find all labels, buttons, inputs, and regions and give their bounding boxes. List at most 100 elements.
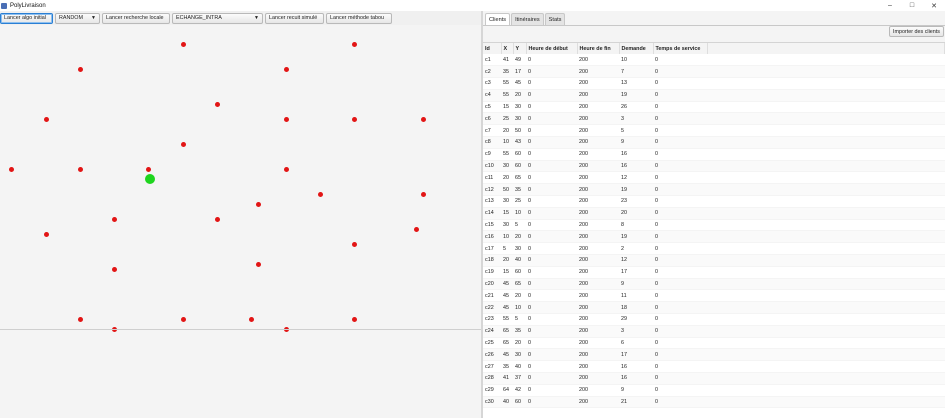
client-marker-c2[interactable] [215,102,220,107]
client-marker-c22[interactable] [283,67,289,72]
table-row[interactable]: c28 41 37 0 200 16 0 [483,372,945,385]
table-row[interactable]: c13 30 25 0 200 23 0 [483,195,945,208]
client-marker-c24[interactable] [420,192,426,197]
minimize-icon[interactable]: – [879,0,901,11]
maximize-icon[interactable]: □ [901,0,923,11]
table-row[interactable]: c20 45 65 0 200 9 0 [483,278,945,291]
table-row[interactable]: c17 5 30 0 200 2 0 [483,242,945,256]
table-row[interactable]: c27 35 40 0 200 16 0 [483,360,945,374]
client-marker-c19[interactable] [77,317,83,322]
tab-itineraires[interactable]: Itinéraires [511,13,544,25]
cell-y: 60 [513,148,526,161]
client-marker-c18[interactable] [112,217,118,222]
table-row[interactable]: c7 20 50 0 200 5 0 [483,124,945,138]
cell-demand: 23 [619,195,653,208]
table-row[interactable]: c26 45 30 0 200 17 0 [483,348,945,362]
table-row[interactable]: c15 30 5 0 200 8 0 [483,219,945,232]
client-marker-c14[interactable] [77,67,83,72]
client-marker-c15[interactable] [180,42,186,47]
column-header-start-time[interactable]: Heure de début [526,43,578,54]
operator-select[interactable]: ECHANGE_INTRA ▼ [172,12,263,24]
table-row[interactable]: c4 55 20 0 200 19 0 [483,89,945,102]
map-canvas[interactable] [0,27,481,418]
table-row[interactable]: c29 64 42 0 200 9 0 [483,384,945,397]
table-row[interactable]: c10 30 60 0 200 16 0 [483,160,945,173]
client-marker-c4[interactable] [352,117,358,122]
column-header-x[interactable]: X [501,43,514,54]
client-marker-c9[interactable] [352,317,358,322]
table-row[interactable]: c22 45 10 0 200 18 0 [483,301,945,315]
cell-filler [707,54,945,67]
cell-demand: 9 [619,384,653,397]
cell-id: c27 [483,360,501,374]
table-row[interactable]: c21 45 20 0 200 11 0 [483,289,945,303]
client-marker-c23[interactable] [352,42,358,47]
client-marker-c12[interactable] [317,192,323,197]
table-row[interactable]: c8 10 43 0 200 9 0 [483,136,945,149]
table-row[interactable]: c23 55 5 0 200 29 0 [483,313,945,326]
client-marker-c13[interactable] [180,142,186,147]
client-marker-c6[interactable] [146,167,152,172]
table-row[interactable]: c19 15 60 0 200 17 0 [483,266,945,279]
tab-clients[interactable]: Clients [485,13,511,25]
cell-end: 200 [577,242,619,256]
close-icon[interactable]: ✕ [923,0,945,11]
table-row[interactable]: c12 50 35 0 200 19 0 [483,183,945,197]
table-row[interactable]: c1 41 49 0 200 10 0 [483,54,945,67]
table-row[interactable]: c18 20 40 0 200 12 0 [483,254,945,267]
client-marker-c10[interactable] [180,317,186,322]
client-marker-c8[interactable] [43,232,49,237]
client-marker-c29[interactable] [413,227,419,232]
cell-end: 200 [577,372,619,385]
table-row[interactable]: c25 65 20 0 200 6 0 [483,337,945,350]
cell-x: 10 [501,230,513,244]
table-row[interactable]: c3 55 45 0 200 13 0 [483,77,945,90]
client-marker-c30[interactable] [249,317,255,322]
client-marker-c21[interactable] [283,117,289,122]
client-marker-c5[interactable] [77,167,83,172]
table-row[interactable]: c14 15 10 0 200 20 0 [483,207,945,220]
table-row[interactable]: c24 65 35 0 200 3 0 [483,325,945,338]
client-marker-c27[interactable] [215,217,220,222]
cell-service: 0 [653,360,707,374]
client-marker-c3[interactable] [352,242,358,247]
tab-stats[interactable]: Stats [544,13,566,25]
table-row[interactable]: c5 15 30 0 200 26 0 [483,101,945,114]
cell-y: 35 [513,325,526,338]
import-clients-button[interactable]: Importer des clients [888,26,944,37]
table-row[interactable]: c11 20 65 0 200 12 0 [483,171,945,185]
cell-demand: 21 [619,396,653,409]
cell-y: 60 [513,266,526,279]
table-row[interactable]: c16 10 20 0 200 19 0 [483,230,945,244]
column-header-filler [707,43,945,54]
table-row[interactable]: c2 35 17 0 200 7 0 [483,65,945,79]
cell-demand: 5 [619,124,653,138]
table-row[interactable]: c30 40 60 0 200 21 0 [483,396,945,409]
table-row[interactable]: c9 55 60 0 200 16 0 [483,148,945,161]
launch-simulated-annealing-button[interactable]: Lancer recuit simulé [265,12,324,24]
cell-end: 200 [577,289,619,303]
table-row[interactable]: c6 25 30 0 200 3 0 [483,112,945,126]
app-icon [1,2,7,9]
depot-marker[interactable] [145,174,155,184]
client-marker-c1[interactable] [256,262,262,267]
column-header-service-time[interactable]: Temps de service [653,43,708,54]
column-header-end-time[interactable]: Heure de fin [577,43,620,54]
client-marker-c17[interactable] [9,167,15,172]
column-header-id[interactable]: Id [483,43,502,54]
algo-select[interactable]: RANDOM ▼ [55,12,100,24]
cell-end: 200 [577,325,619,338]
client-marker-c26[interactable] [283,167,289,172]
client-marker-c16[interactable] [43,117,49,122]
cell-y: 5 [513,219,526,232]
client-marker-c7[interactable] [112,267,118,272]
launch-initial-algo-button[interactable]: Lancer algo initial [0,12,53,24]
column-header-y[interactable]: Y [513,43,527,54]
client-marker-c28[interactable] [256,202,262,207]
client-marker-c25[interactable] [420,117,426,122]
cell-id: c13 [483,195,501,208]
launch-local-search-button[interactable]: Lancer recherche locale [102,12,170,24]
cell-end: 200 [577,112,619,126]
launch-tabu-button[interactable]: Lancer méthode tabou [326,12,392,24]
column-header-demand[interactable]: Demande [619,43,654,54]
